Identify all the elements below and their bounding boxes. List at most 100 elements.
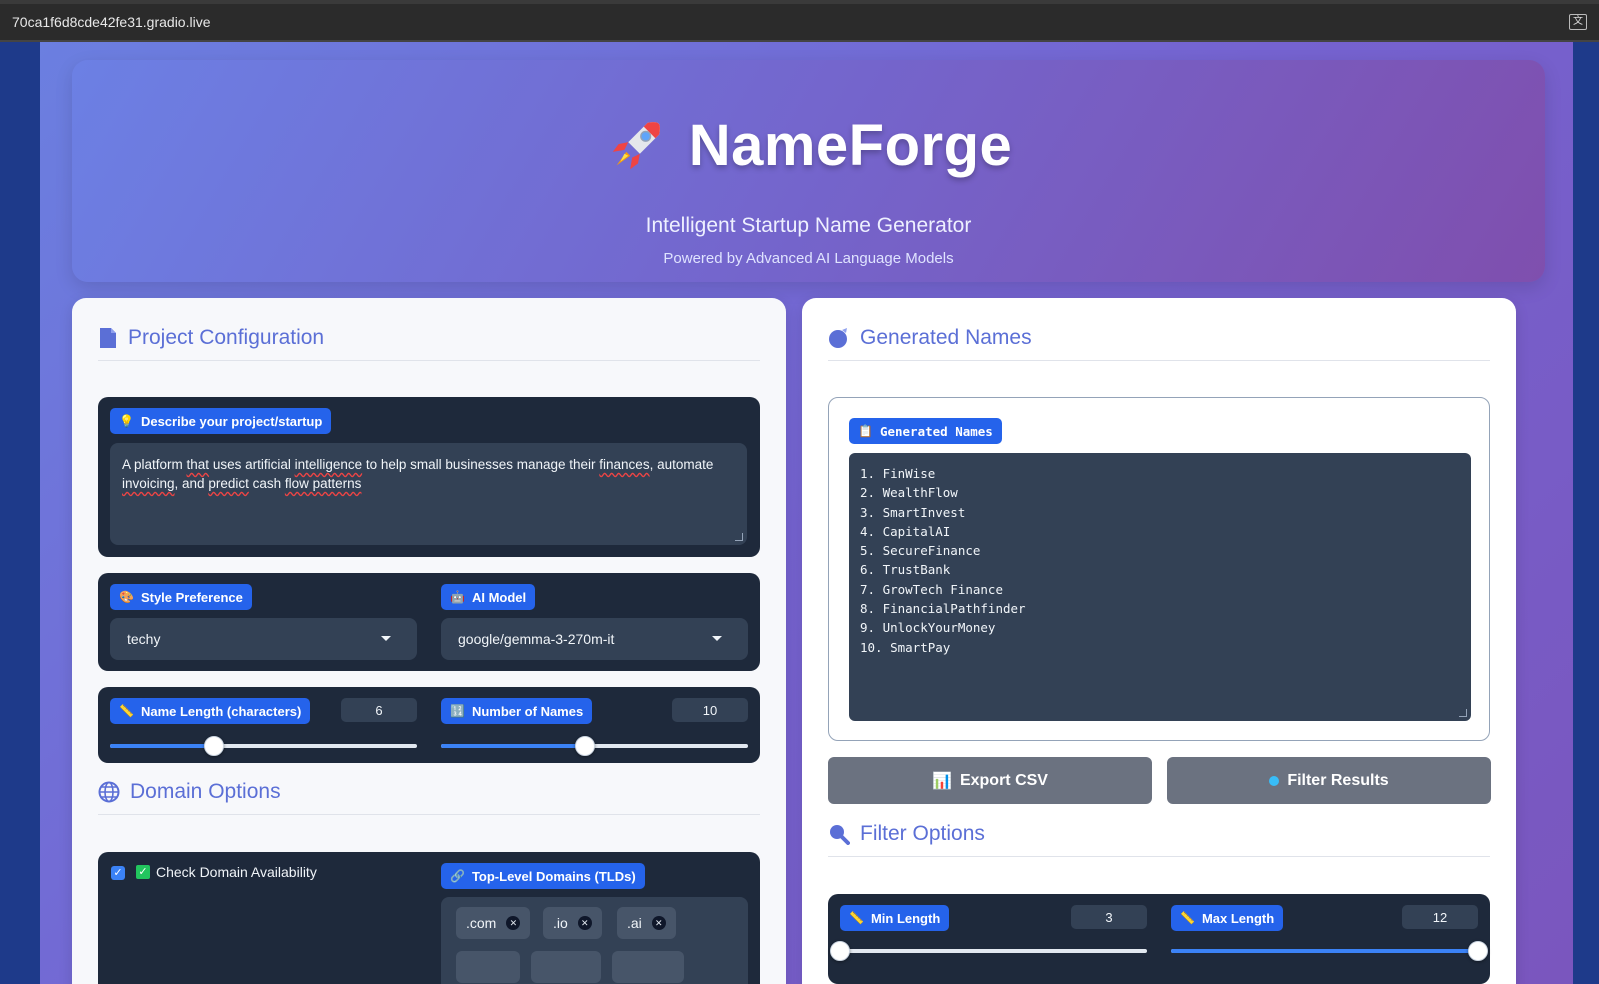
desc-text: A platform xyxy=(122,457,187,472)
export-csv-button[interactable]: 📊 Export CSV xyxy=(828,757,1152,804)
name-line: 4. CapitalAI xyxy=(860,523,951,539)
bar-chart-icon: 📊 xyxy=(932,772,952,790)
model-dropdown[interactable]: google/gemma-3-270m-it xyxy=(441,618,748,660)
model-label: 🤖 AI Model xyxy=(441,584,536,610)
min-length-slider[interactable] xyxy=(830,941,1147,961)
name-line: 10. SmartPay xyxy=(860,639,951,655)
tld-chip[interactable]: .com ✕ xyxy=(456,907,531,939)
filter-results-label: Filter Results xyxy=(1287,771,1389,789)
slider-fill xyxy=(441,744,586,748)
translate-icon[interactable]: 文 xyxy=(1569,14,1587,30)
max-length-number[interactable]: 12 xyxy=(1402,905,1478,929)
min-length-label: 📏 Min Length xyxy=(840,905,950,931)
tld-chip[interactable] xyxy=(612,951,684,983)
slider-thumb[interactable] xyxy=(204,736,224,756)
desc-text: predict xyxy=(208,476,249,491)
model-value: google/gemma-3-270m-it xyxy=(458,631,615,647)
resize-handle[interactable] xyxy=(1459,709,1467,717)
generated-names-output[interactable]: 1. FinWise 2. WealthFlow 3. SmartInvest 4. … xyxy=(849,453,1471,721)
export-csv-label: Export CSV xyxy=(959,771,1048,789)
divider xyxy=(98,814,760,815)
style-label-text: Style Preference xyxy=(140,589,243,605)
results-panel: Generated Names 📋 Generated Names 1. Fin… xyxy=(802,298,1516,984)
chevron-down-icon xyxy=(712,636,722,641)
max-length-slider[interactable] xyxy=(1171,941,1488,961)
min-length-label-text: Min Length xyxy=(870,910,941,926)
close-icon[interactable]: ✕ xyxy=(651,916,666,930)
url-text[interactable]: 70ca1f6d8cde42fe31.gradio.live xyxy=(12,14,211,30)
num-names-label: 🔢 Number of Names xyxy=(441,698,593,724)
filter-heading-text: Filter Options xyxy=(860,822,985,845)
tld-chip[interactable]: .ai ✕ xyxy=(617,907,676,939)
name-length-number[interactable]: 6 xyxy=(341,698,417,722)
app-container: NameForge Intelligent Startup Name Gener… xyxy=(40,42,1573,984)
min-length-number[interactable]: 3 xyxy=(1071,905,1147,929)
page-gutter-right xyxy=(1573,42,1599,984)
resize-handle[interactable] xyxy=(735,533,743,541)
domain-card: ✓ ✓ Check Domain Availability 🔗 Top-Leve… xyxy=(98,852,760,984)
page-gutter-left xyxy=(0,42,40,984)
name-line: 6. TrustBank xyxy=(860,562,951,578)
tld-chip[interactable]: .io ✕ xyxy=(543,907,602,939)
generated-names-block: 📋 Generated Names 1. FinWise 2. WealthFlo… xyxy=(828,397,1490,741)
tld-chip-text: .io xyxy=(553,915,568,931)
name-line: 2. WealthFlow xyxy=(860,485,958,501)
chevron-down-icon xyxy=(381,636,391,641)
style-model-card: 🎨 Style Preference techy 🤖 AI Model goog… xyxy=(98,573,760,671)
max-length-label-text: Max Length xyxy=(1201,910,1275,926)
ruler-icon: 📏 xyxy=(119,704,134,718)
num-names-number[interactable]: 10 xyxy=(672,698,748,722)
divider xyxy=(98,360,760,361)
config-heading-text: Project Configuration xyxy=(128,326,325,349)
slider-thumb[interactable] xyxy=(1468,941,1488,961)
memo-icon: 📋 xyxy=(858,424,873,438)
filter-results-button[interactable]: Filter Results xyxy=(1167,757,1491,804)
name-length-slider[interactable] xyxy=(110,736,417,756)
tld-chip-text: .ai xyxy=(627,915,642,931)
app-tagline: Powered by Advanced AI Language Models xyxy=(663,250,954,267)
filter-heading: Filter Options xyxy=(828,822,985,846)
description-input[interactable]: A platform that uses artificial intellig… xyxy=(110,443,747,545)
config-panel: Project Configuration 💡 Describe your pr… xyxy=(72,298,786,984)
desc-text: cash xyxy=(248,476,285,491)
num-names-label-text: Number of Names xyxy=(471,703,584,719)
name-line: 3. SmartInvest xyxy=(860,504,966,520)
name-line: 1. FinWise xyxy=(860,466,936,481)
max-length-label: 📏 Max Length xyxy=(1171,905,1284,931)
name-length-label-text: Name Length (characters) xyxy=(140,703,302,719)
domain-check-text: Check Domain Availability xyxy=(156,864,317,880)
style-dropdown[interactable]: techy xyxy=(110,618,417,660)
app-title: NameForge xyxy=(688,113,1013,178)
domain-check-label[interactable]: ✓ Check Domain Availability xyxy=(136,864,317,880)
slider-thumb[interactable] xyxy=(575,736,595,756)
desc-text: intelligence xyxy=(294,457,363,472)
desc-text: uses artificial xyxy=(209,457,295,472)
browser-url-bar[interactable]: 70ca1f6d8cde42fe31.gradio.live 文 xyxy=(0,0,1599,42)
desc-text: , and xyxy=(174,476,209,491)
tld-chip[interactable] xyxy=(456,951,520,983)
desc-text: invoicing xyxy=(122,476,175,491)
generated-names-label-text: Generated Names xyxy=(879,423,993,439)
description-card: 💡 Describe your project/startup A platfo… xyxy=(98,397,760,557)
slider-thumb[interactable] xyxy=(830,941,850,961)
close-icon[interactable]: ✕ xyxy=(577,916,592,930)
desc-text: that xyxy=(186,457,210,472)
magnifier-icon xyxy=(830,825,850,845)
domain-check-checkbox[interactable]: ✓ xyxy=(111,866,125,880)
slider-fill xyxy=(1171,949,1478,953)
generated-names-label: 📋 Generated Names xyxy=(849,418,1002,444)
name-line: 5. SecureFinance xyxy=(860,543,981,559)
robot-icon: 🤖 xyxy=(450,590,465,604)
rocket-icon xyxy=(612,121,660,169)
num-names-slider[interactable] xyxy=(441,736,748,756)
name-line: 9. UnlockYourMoney xyxy=(860,620,996,636)
name-line: 7. GrowTech Finance xyxy=(860,581,1003,597)
slider-fill xyxy=(110,744,215,748)
config-heading: Project Configuration xyxy=(98,326,324,350)
style-label: 🎨 Style Preference xyxy=(110,584,252,610)
tld-chip[interactable] xyxy=(531,951,601,983)
close-icon[interactable]: ✕ xyxy=(506,916,521,930)
output-heading-text: Generated Names xyxy=(860,326,1032,349)
tlds-multiselect[interactable]: .com ✕ .io ✕ .ai ✕ xyxy=(441,897,748,984)
lightbulb-icon: 💡 xyxy=(119,414,134,428)
